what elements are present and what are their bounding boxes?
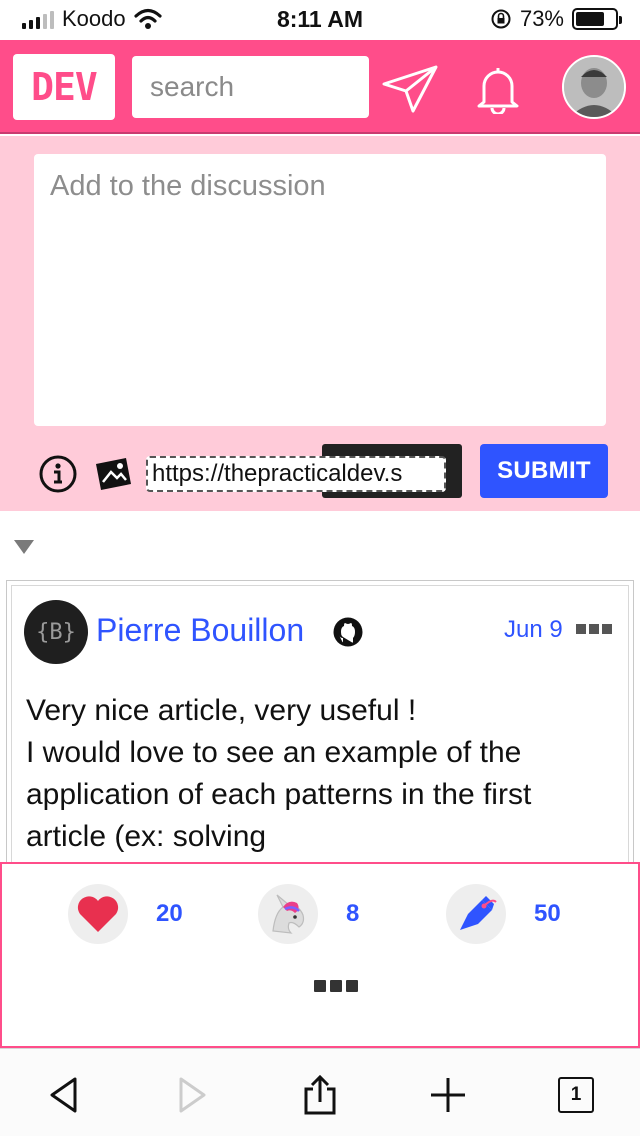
submit-button[interactable]: SUBMIT <box>480 444 608 498</box>
back-icon[interactable] <box>42 1073 86 1117</box>
comment-textarea[interactable] <box>34 154 606 426</box>
unicorn-icon <box>258 884 318 944</box>
comment-line: application of each patterns in the firs… <box>26 778 532 811</box>
github-icon[interactable] <box>332 616 364 648</box>
comment-line: I would love to see an example of the <box>26 736 522 769</box>
comment-inner: {B} Pierre Bouillon Jun 9 Very nice arti… <box>11 585 629 879</box>
bell-icon[interactable] <box>468 62 528 116</box>
comment-line: article (ex: solving <box>26 820 267 853</box>
new-tab-icon[interactable] <box>426 1073 470 1117</box>
collapse-thread-icon[interactable] <box>14 540 34 554</box>
more-options-icon[interactable] <box>314 980 358 992</box>
status-right: 73% <box>490 6 622 32</box>
info-icon[interactable] <box>38 454 78 494</box>
comment-date[interactable]: Jun 9 <box>504 616 563 644</box>
comment-line: Very nice article, very useful ! <box>26 694 417 727</box>
dev-logo[interactable]: DEV <box>13 54 115 120</box>
tab-count: 1 <box>558 1077 594 1113</box>
forward-icon[interactable] <box>170 1073 214 1117</box>
search-input[interactable] <box>132 56 369 118</box>
comment-options-icon[interactable] <box>576 624 612 634</box>
browser-toolbar: 1 <box>0 1048 640 1136</box>
heart-reaction[interactable]: 20 <box>68 884 183 944</box>
image-upload-icon[interactable] <box>93 454 135 494</box>
commenter-avatar[interactable]: {B} <box>24 600 88 664</box>
app-header: DEV <box>0 40 640 134</box>
comment-author[interactable]: Pierre Bouillon <box>96 612 304 649</box>
battery-percent: 73% <box>519 6 564 31</box>
reactions-bar: 20 8 50 <box>0 862 640 1048</box>
unicorn-count: 8 <box>346 900 360 927</box>
image-url-input[interactable]: https://thepracticaldev.s <box>146 456 446 492</box>
bookmark-icon <box>446 884 506 944</box>
user-avatar[interactable] <box>562 55 626 119</box>
comment-body: Very nice article, very useful ! I would… <box>26 690 616 858</box>
bookmark-count: 50 <box>534 900 561 927</box>
send-icon[interactable] <box>380 62 440 116</box>
rotation-lock-icon <box>491 9 511 29</box>
unicorn-reaction[interactable]: 8 <box>258 884 359 944</box>
comment-card: {B} Pierre Bouillon Jun 9 Very nice arti… <box>6 580 634 880</box>
heart-icon <box>68 884 128 944</box>
share-icon[interactable] <box>298 1073 342 1117</box>
battery-fill <box>576 12 604 26</box>
tabs-icon[interactable]: 1 <box>554 1073 598 1117</box>
heart-count: 20 <box>156 900 183 927</box>
status-bar: Koodo 8:11 AM 73% <box>0 0 640 40</box>
image-url-field: https://thepracticaldev.s <box>146 444 462 498</box>
bookmark-reaction[interactable]: 50 <box>446 884 561 944</box>
comment-composer: https://thepracticaldev.s SUBMIT <box>0 136 640 511</box>
battery-icon <box>572 8 622 30</box>
